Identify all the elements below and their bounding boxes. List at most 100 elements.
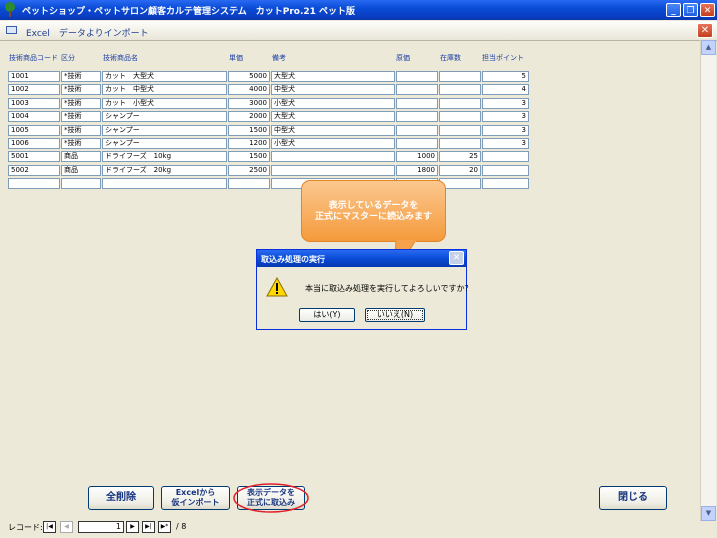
cell-points[interactable]: 3 — [482, 125, 529, 136]
cell-stock[interactable] — [439, 125, 481, 136]
cell-points[interactable]: 3 — [482, 138, 529, 149]
cell-points[interactable] — [482, 165, 529, 176]
cell-code[interactable]: 1006 — [8, 138, 60, 149]
cell-price[interactable]: 2500 — [228, 165, 270, 176]
restore-button[interactable]: ❐ — [683, 3, 698, 17]
callout-bubble: 表示しているデータを 正式にマスターに読込みます — [301, 180, 446, 242]
cell-kubun[interactable]: *技術 — [61, 125, 101, 136]
close-window-button[interactable]: ✕ — [700, 3, 715, 17]
cell-kubun[interactable]: *技術 — [61, 84, 101, 95]
cell-note[interactable] — [271, 151, 395, 162]
cell-note[interactable]: 大型犬 — [271, 71, 395, 82]
record-total: / 8 — [176, 522, 187, 531]
cell-cost[interactable]: 1000 — [396, 151, 438, 162]
cell-code[interactable] — [8, 178, 60, 189]
cell-cost[interactable] — [396, 111, 438, 122]
cell-code[interactable]: 1005 — [8, 125, 60, 136]
cell-note[interactable]: 小型犬 — [271, 98, 395, 109]
cell-note[interactable] — [271, 165, 395, 176]
dialog-message: 本当に取込み処理を実行してよろしいですか？ — [305, 284, 473, 293]
dialog-close-button[interactable]: ✕ — [449, 251, 464, 265]
excel-import-button[interactable]: Excelから 仮インポート — [161, 486, 230, 510]
cell-stock[interactable]: 25 — [439, 151, 481, 162]
cell-stock[interactable] — [439, 98, 481, 109]
cell-price[interactable]: 1500 — [228, 125, 270, 136]
close-button[interactable]: 閉じる — [599, 486, 667, 510]
cell-stock[interactable] — [439, 84, 481, 95]
cell-points[interactable]: 4 — [482, 84, 529, 95]
cell-cost[interactable] — [396, 138, 438, 149]
cell-price[interactable] — [228, 178, 270, 189]
cell-points[interactable]: 5 — [482, 71, 529, 82]
cell-name[interactable] — [102, 178, 227, 189]
cell-cost[interactable] — [396, 98, 438, 109]
cell-stock[interactable] — [439, 71, 481, 82]
cell-price[interactable]: 1500 — [228, 151, 270, 162]
cell-note[interactable]: 大型犬 — [271, 111, 395, 122]
cell-stock[interactable] — [439, 138, 481, 149]
cell-code[interactable]: 5002 — [8, 165, 60, 176]
cell-kubun[interactable] — [61, 178, 101, 189]
header-price: 単価 — [229, 54, 243, 62]
callout-line2: 正式にマスターに読込みます — [314, 212, 432, 222]
new-record-button[interactable]: ▶* — [158, 521, 171, 533]
cell-price[interactable]: 5000 — [228, 71, 270, 82]
cell-name[interactable]: ドライフーズ 20kg — [102, 165, 227, 176]
cell-points[interactable]: 3 — [482, 111, 529, 122]
dialog-title: 取込み処理の実行 — [261, 255, 325, 264]
cell-code[interactable]: 1002 — [8, 84, 60, 95]
cell-name[interactable]: シャンプー — [102, 125, 227, 136]
cell-kubun[interactable]: *技術 — [61, 138, 101, 149]
cell-cost[interactable]: 1800 — [396, 165, 438, 176]
scroll-up-button[interactable]: ▲ — [701, 40, 716, 55]
cell-note[interactable]: 中型犬 — [271, 125, 395, 136]
cell-name[interactable]: カット 大型犬 — [102, 71, 227, 82]
cell-name[interactable]: カット 小型犬 — [102, 98, 227, 109]
cell-kubun[interactable]: *技術 — [61, 98, 101, 109]
cell-price[interactable]: 4000 — [228, 84, 270, 95]
cell-name[interactable]: ドライフーズ 10kg — [102, 151, 227, 162]
cell-name[interactable]: シャンプー — [102, 138, 227, 149]
cell-cost[interactable] — [396, 125, 438, 136]
minimize-button[interactable]: _ — [666, 3, 681, 17]
cell-code[interactable]: 1001 — [8, 71, 60, 82]
prev-record-button[interactable]: ◀ — [60, 521, 73, 533]
first-record-button[interactable]: |◀ — [43, 521, 56, 533]
header-code: 技術商品コード — [9, 54, 58, 62]
cell-note[interactable]: 中型犬 — [271, 84, 395, 95]
form-title: Excel データよりインポート — [26, 29, 149, 39]
cell-price[interactable]: 3000 — [228, 98, 270, 109]
cell-stock[interactable]: 20 — [439, 165, 481, 176]
vertical-scrollbar[interactable]: ▲ ▼ — [700, 40, 716, 521]
cell-price[interactable]: 1200 — [228, 138, 270, 149]
next-record-button[interactable]: ▶ — [126, 521, 139, 533]
header-cost: 原価 — [396, 54, 410, 62]
close-form-button[interactable]: ✕ — [697, 23, 713, 38]
cell-price[interactable]: 2000 — [228, 111, 270, 122]
delete-all-button[interactable]: 全削除 — [88, 486, 154, 510]
cell-kubun[interactable]: *技術 — [61, 71, 101, 82]
cell-points[interactable]: 3 — [482, 98, 529, 109]
header-name: 技術商品名 — [103, 54, 138, 62]
cell-name[interactable]: シャンプー — [102, 111, 227, 122]
cell-code[interactable]: 1004 — [8, 111, 60, 122]
cell-cost[interactable] — [396, 84, 438, 95]
cell-kubun[interactable]: 商品 — [61, 165, 101, 176]
cell-kubun[interactable]: *技術 — [61, 111, 101, 122]
cell-note[interactable]: 小型犬 — [271, 138, 395, 149]
cell-cost[interactable] — [396, 71, 438, 82]
header-points: 担当ポイント — [482, 54, 524, 62]
cell-stock[interactable] — [439, 111, 481, 122]
cell-name[interactable]: カット 中型犬 — [102, 84, 227, 95]
cell-points[interactable] — [482, 151, 529, 162]
cell-points[interactable] — [482, 178, 529, 189]
last-record-button[interactable]: ▶| — [142, 521, 155, 533]
scroll-down-button[interactable]: ▼ — [701, 506, 716, 521]
cell-kubun[interactable]: 商品 — [61, 151, 101, 162]
header-stock: 在庫数 — [440, 54, 461, 62]
dialog-no-button[interactable]: いいえ(N) — [365, 308, 425, 322]
cell-code[interactable]: 1003 — [8, 98, 60, 109]
dialog-yes-button[interactable]: はい(Y) — [299, 308, 355, 322]
record-number-input[interactable]: 1 — [78, 521, 124, 533]
cell-code[interactable]: 5001 — [8, 151, 60, 162]
